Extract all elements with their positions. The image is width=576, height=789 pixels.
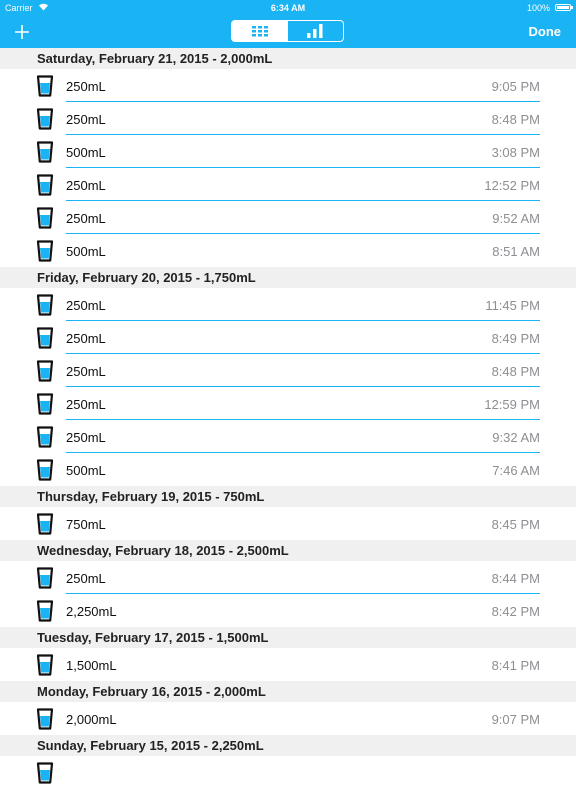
entry-time: 8:45 PM bbox=[491, 517, 540, 532]
water-glass-icon bbox=[36, 600, 54, 627]
water-glass-icon bbox=[36, 360, 54, 387]
water-glass-icon bbox=[36, 240, 54, 267]
intake-entry-row[interactable]: 1,500mL 8:41 PM bbox=[0, 648, 576, 681]
entry-amount: 250mL bbox=[66, 211, 106, 226]
day-section-header: Friday, February 20, 2015 - 1,750mL bbox=[0, 267, 576, 288]
entry-amount: 250mL bbox=[66, 79, 106, 94]
intake-entry-row[interactable]: 250mL 12:59 PM bbox=[0, 387, 576, 420]
view-segmented-control bbox=[231, 20, 344, 42]
water-glass-icon bbox=[36, 393, 54, 420]
status-bar: Carrier 6:34 AM 100% bbox=[0, 0, 576, 16]
intake-entry-row[interactable]: 250mL 8:48 PM bbox=[0, 102, 576, 135]
water-glass-icon bbox=[36, 567, 54, 594]
water-glass-icon bbox=[36, 708, 54, 735]
entry-time: 11:45 PM bbox=[485, 298, 540, 313]
intake-entry-row[interactable]: 250mL 8:48 PM bbox=[0, 354, 576, 387]
entry-time: 8:48 PM bbox=[491, 112, 540, 127]
water-glass-icon bbox=[36, 459, 54, 486]
entry-amount: 250mL bbox=[66, 178, 106, 193]
entry-amount: 250mL bbox=[66, 397, 106, 412]
water-glass-icon bbox=[36, 762, 54, 789]
intake-entry-row[interactable]: 500mL 3:08 PM bbox=[0, 135, 576, 168]
navigation-bar: Done bbox=[0, 16, 576, 48]
entry-time: 12:52 PM bbox=[484, 178, 540, 193]
day-section-header: Thursday, February 19, 2015 - 750mL bbox=[0, 486, 576, 507]
entry-time: 8:42 PM bbox=[491, 604, 540, 619]
status-time: 6:34 AM bbox=[270, 3, 306, 13]
entry-amount: 250mL bbox=[66, 112, 106, 127]
intake-entry-row[interactable]: 250mL 12:52 PM bbox=[0, 168, 576, 201]
day-section-header: Tuesday, February 17, 2015 - 1,500mL bbox=[0, 627, 576, 648]
water-glass-icon bbox=[36, 108, 54, 135]
add-button[interactable] bbox=[12, 19, 32, 43]
water-glass-icon bbox=[36, 513, 54, 540]
day-section-header: Monday, February 16, 2015 - 2,000mL bbox=[0, 681, 576, 702]
intake-entry-row[interactable]: 250mL 9:32 AM bbox=[0, 420, 576, 453]
entry-amount: 250mL bbox=[66, 571, 106, 586]
water-glass-icon bbox=[36, 174, 54, 201]
day-section-header: Saturday, February 21, 2015 - 2,000mL bbox=[0, 48, 576, 69]
entry-time: 9:52 AM bbox=[492, 211, 540, 226]
entry-amount: 500mL bbox=[66, 463, 106, 478]
day-section-header: Sunday, February 15, 2015 - 2,250mL bbox=[0, 735, 576, 756]
intake-entry-row[interactable]: 250mL 9:52 AM bbox=[0, 201, 576, 234]
battery-percent: 100% bbox=[526, 3, 550, 13]
plus-icon bbox=[15, 25, 29, 39]
entry-amount: 250mL bbox=[66, 430, 106, 445]
water-glass-icon bbox=[36, 327, 54, 354]
entry-time: 3:08 PM bbox=[491, 145, 540, 160]
battery-icon bbox=[555, 4, 573, 11]
entry-amount: 250mL bbox=[66, 298, 106, 313]
intake-entry-row[interactable] bbox=[0, 756, 576, 789]
intake-entry-row[interactable]: 750mL 8:45 PM bbox=[0, 507, 576, 540]
entry-time: 8:48 PM bbox=[491, 364, 540, 379]
list-icon bbox=[251, 25, 268, 36]
entry-time: 8:41 PM bbox=[491, 658, 540, 673]
entry-time: 7:46 AM bbox=[492, 463, 540, 478]
entry-time: 9:05 PM bbox=[491, 79, 540, 94]
intake-entry-row[interactable]: 500mL 7:46 AM bbox=[0, 453, 576, 486]
intake-entry-row[interactable]: 250mL 8:44 PM bbox=[0, 561, 576, 594]
entry-amount: 1,500mL bbox=[66, 658, 117, 673]
intake-entry-row[interactable]: 2,000mL 9:07 PM bbox=[0, 702, 576, 735]
intake-log-list: Saturday, February 21, 2015 - 2,000mL 250… bbox=[0, 48, 576, 789]
intake-entry-row[interactable]: 250mL 8:49 PM bbox=[0, 321, 576, 354]
done-button[interactable]: Done bbox=[529, 24, 562, 39]
entry-amount: 2,250mL bbox=[66, 604, 117, 619]
entry-amount: 250mL bbox=[66, 364, 106, 379]
water-glass-icon bbox=[36, 654, 54, 681]
entry-time: 12:59 PM bbox=[484, 397, 540, 412]
intake-entry-row[interactable]: 250mL 9:05 PM bbox=[0, 69, 576, 102]
chart-icon bbox=[307, 24, 323, 38]
entry-time: 8:44 PM bbox=[491, 571, 540, 586]
water-glass-icon bbox=[36, 75, 54, 102]
entry-amount: 750mL bbox=[66, 517, 106, 532]
segment-chart[interactable] bbox=[288, 21, 344, 41]
entry-time: 9:07 PM bbox=[491, 712, 540, 727]
segment-list[interactable] bbox=[232, 21, 288, 41]
entry-time: 8:51 AM bbox=[492, 244, 540, 259]
water-glass-icon bbox=[36, 294, 54, 321]
intake-entry-row[interactable]: 2,250mL 8:42 PM bbox=[0, 594, 576, 627]
entry-amount: 2,000mL bbox=[66, 712, 117, 727]
water-glass-icon bbox=[36, 141, 54, 168]
intake-entry-row[interactable]: 250mL 11:45 PM bbox=[0, 288, 576, 321]
intake-entry-row[interactable]: 500mL 8:51 AM bbox=[0, 234, 576, 267]
water-glass-icon bbox=[36, 207, 54, 234]
entry-time: 9:32 AM bbox=[492, 430, 540, 445]
entry-amount: 500mL bbox=[66, 145, 106, 160]
entry-amount: 250mL bbox=[66, 331, 106, 346]
entry-time: 8:49 PM bbox=[491, 331, 540, 346]
water-glass-icon bbox=[36, 426, 54, 453]
day-section-header: Wednesday, February 18, 2015 - 2,500mL bbox=[0, 540, 576, 561]
entry-amount: 500mL bbox=[66, 244, 106, 259]
